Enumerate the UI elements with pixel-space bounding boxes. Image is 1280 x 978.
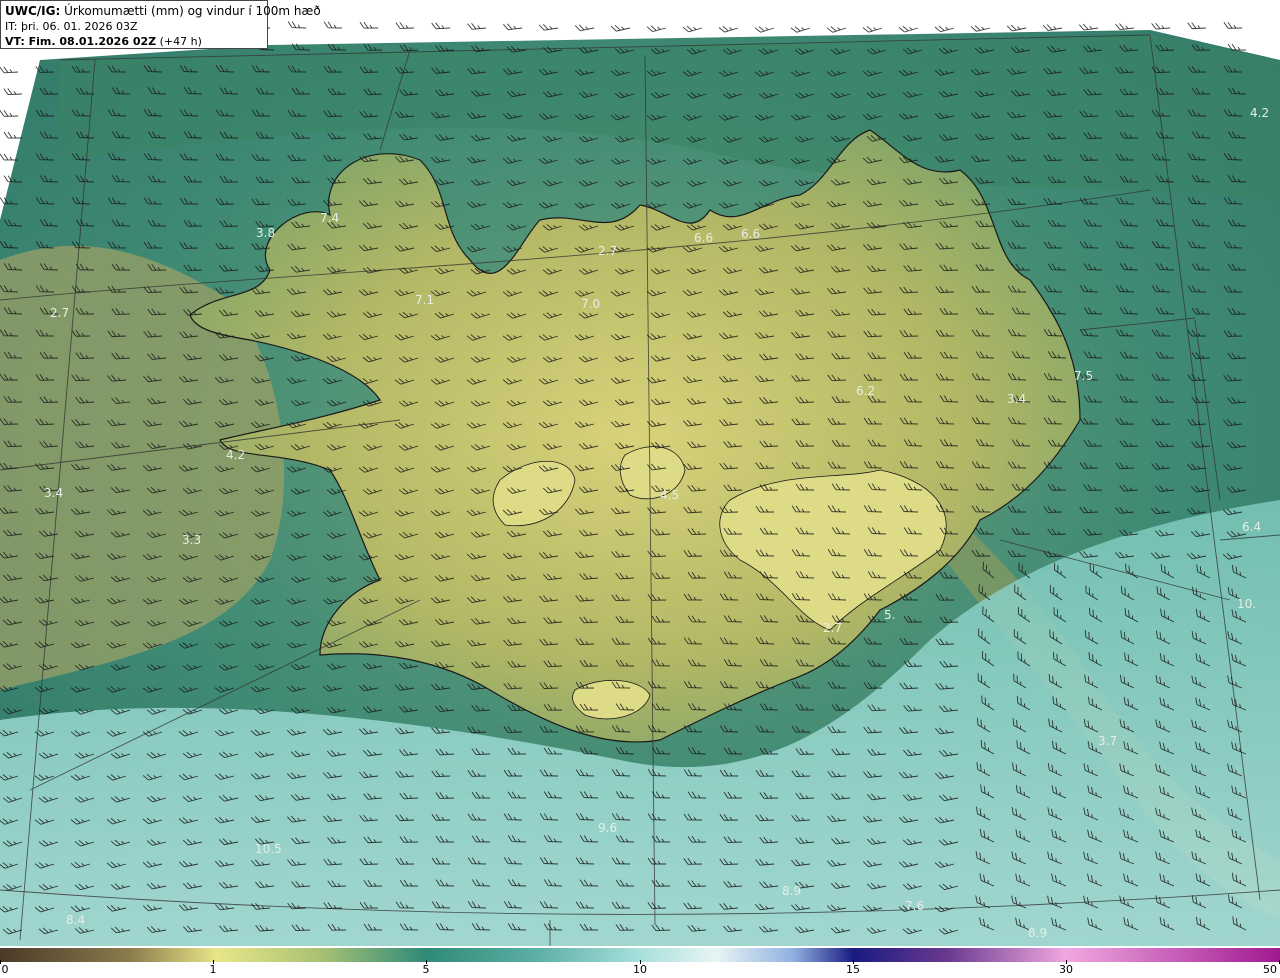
value-label: 3.4: [1007, 392, 1026, 406]
lead-time: (+47 h): [159, 35, 202, 48]
value-label: 9.6: [598, 821, 617, 835]
value-label: 6.6: [694, 231, 713, 245]
weather-map: 4.2 3.8 7.4 2.7 6.6 6.6 7.1 7.0 2.7 6.2 …: [0, 0, 1280, 946]
colorbar-label: 30: [1059, 963, 1073, 976]
model-code: UWC/IG:: [5, 4, 61, 18]
value-label: 3.8: [256, 226, 275, 240]
valid-time: VT: Fim. 08.01.2026 02Z: [5, 35, 157, 48]
value-label: 2.7: [598, 244, 617, 258]
value-label: 10.: [1237, 597, 1256, 611]
colorbar-label: 0: [1, 963, 9, 976]
value-label: 4.2: [1250, 106, 1269, 120]
value-label: 5.: [884, 608, 895, 622]
value-label: 7.5: [1074, 369, 1093, 383]
map-title: UWC/IG: Úrkomumætti (mm) og vindur í 100…: [5, 4, 321, 19]
value-label: 2.7: [50, 306, 69, 320]
value-label: 6.2: [856, 384, 875, 398]
value-label: 4.2: [226, 448, 245, 462]
value-label: 3.4: [44, 486, 63, 500]
value-label: 7.6: [905, 899, 924, 913]
valid-time-row: VT: Fim. 08.01.2026 02Z (+47 h): [5, 34, 263, 49]
value-label: 7.0: [581, 297, 600, 311]
value-label: 6.6: [741, 227, 760, 241]
value-label: 10.5: [255, 842, 282, 856]
value-label: 2.7: [823, 621, 842, 635]
value-label: 8.9: [1028, 926, 1047, 940]
colorbar-label: 5: [422, 963, 430, 976]
value-label: 7.1: [415, 293, 434, 307]
value-label: 7.4: [320, 211, 339, 225]
map-info-box: UWC/IG: Úrkomumætti (mm) og vindur í 100…: [0, 0, 321, 49]
value-label: 8.9: [782, 884, 801, 898]
value-label: 4.5: [660, 488, 679, 502]
init-time: IT: þri. 06. 01. 2026 03Z: [5, 20, 138, 33]
colorbar-label: 10: [633, 963, 647, 976]
value-label: 3.3: [182, 533, 201, 547]
colorbar-label: 1: [209, 963, 217, 976]
product-name: Úrkomumætti (mm) og vindur í 100m hæð: [64, 4, 321, 18]
value-label: 6.4: [1242, 520, 1261, 534]
value-label: 3.7: [1098, 734, 1117, 748]
colorbar-label: 50: [1263, 963, 1277, 976]
colorbar: 0 1 5 10 15 30 50: [0, 946, 1280, 978]
value-label: 8.4: [66, 913, 85, 927]
colorbar-label: 15: [846, 963, 860, 976]
